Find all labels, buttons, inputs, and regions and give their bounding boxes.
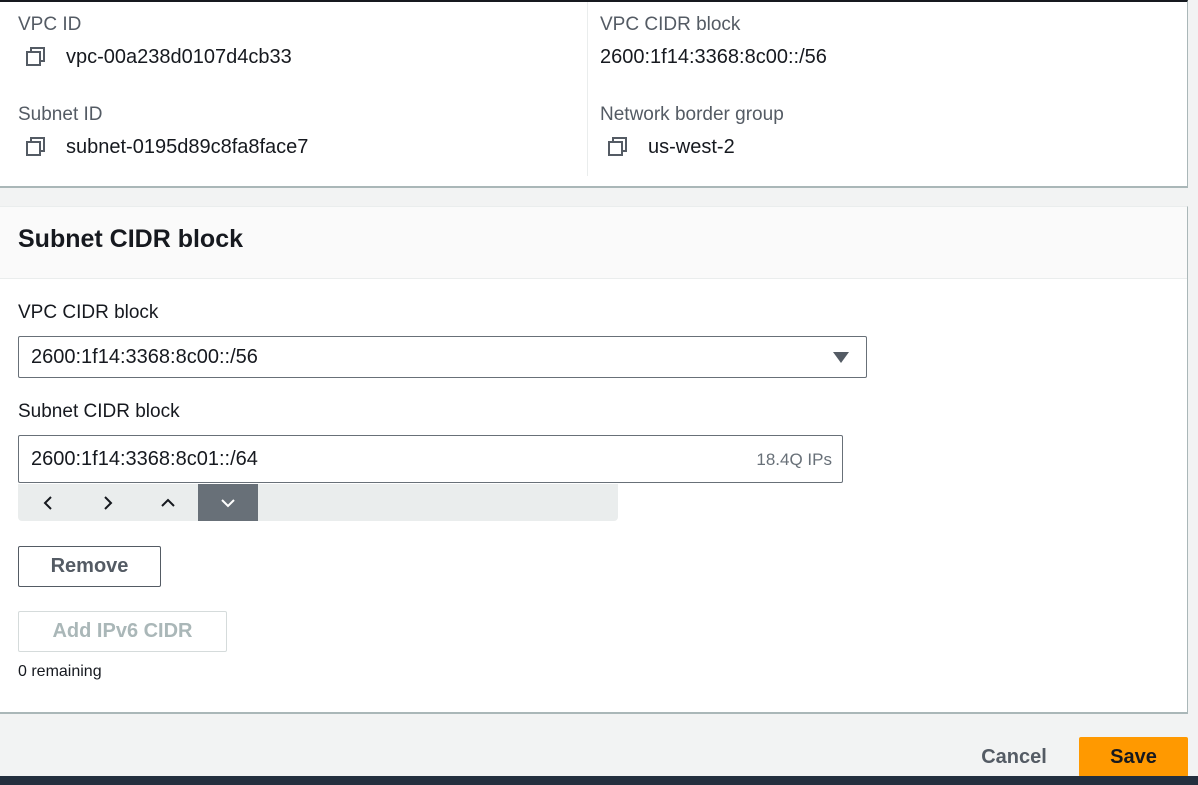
chevron-right-icon — [104, 495, 113, 510]
vpc-cidr-value: 2600:1f14:3368:8c00::/56 — [600, 46, 827, 68]
add-ipv6-cidr-button[interactable]: Add IPv6 CIDR — [18, 611, 227, 652]
caret-down-icon — [833, 352, 849, 363]
subnet-id-label: Subnet ID — [18, 104, 103, 125]
copy-icon[interactable] — [25, 46, 47, 68]
column-divider — [587, 2, 588, 176]
subnet-cidr-input-label: Subnet CIDR block — [18, 401, 180, 422]
cidr-stepper — [18, 484, 618, 521]
border-group-value: us-west-2 — [648, 136, 735, 158]
ip-count-hint: 18.4Q IPs — [756, 450, 832, 469]
panel-header: Subnet CIDR block — [0, 207, 1187, 279]
vpc-cidr-select-value: 2600:1f14:3368:8c00::/56 — [31, 346, 258, 368]
subnet-cidr-input-value: 2600:1f14:3368:8c01::/64 — [31, 448, 258, 470]
border-group-label: Network border group — [600, 104, 784, 125]
copy-icon[interactable] — [607, 136, 629, 158]
subnet-details-panel: VPC ID vpc-00a238d0107d4cb33 VPC CIDR bl… — [0, 0, 1188, 188]
panel-title: Subnet CIDR block — [18, 225, 244, 253]
vpc-id-value: vpc-00a238d0107d4cb33 — [66, 46, 292, 68]
chevron-left-icon — [43, 495, 52, 510]
subnet-cidr-input[interactable]: 2600:1f14:3368:8c01::/64 18.4Q IPs — [18, 435, 843, 483]
cancel-button[interactable]: Cancel — [968, 737, 1060, 777]
remove-button[interactable]: Remove — [18, 546, 161, 587]
subnet-cidr-panel: Subnet CIDR block VPC CIDR block 2600:1f… — [0, 206, 1188, 714]
copy-icon[interactable] — [25, 136, 47, 158]
cidr-step-right-button[interactable] — [78, 484, 138, 521]
remaining-count: 0 remaining — [18, 663, 102, 680]
chevron-up-icon — [161, 498, 175, 507]
chevron-down-icon — [221, 498, 235, 507]
vpc-id-label: VPC ID — [18, 14, 82, 35]
vpc-cidr-select-label: VPC CIDR block — [18, 302, 159, 323]
vpc-cidr-select[interactable]: 2600:1f14:3368:8c00::/56 — [18, 336, 867, 378]
bottom-bar — [0, 776, 1198, 785]
subnet-id-value: subnet-0195d89c8fa8face7 — [66, 136, 309, 158]
cidr-step-left-button[interactable] — [18, 484, 78, 521]
save-button[interactable]: Save — [1079, 737, 1188, 777]
vpc-cidr-label: VPC CIDR block — [600, 14, 741, 35]
cidr-step-up-button[interactable] — [138, 484, 198, 521]
cidr-step-down-button[interactable] — [198, 484, 258, 521]
